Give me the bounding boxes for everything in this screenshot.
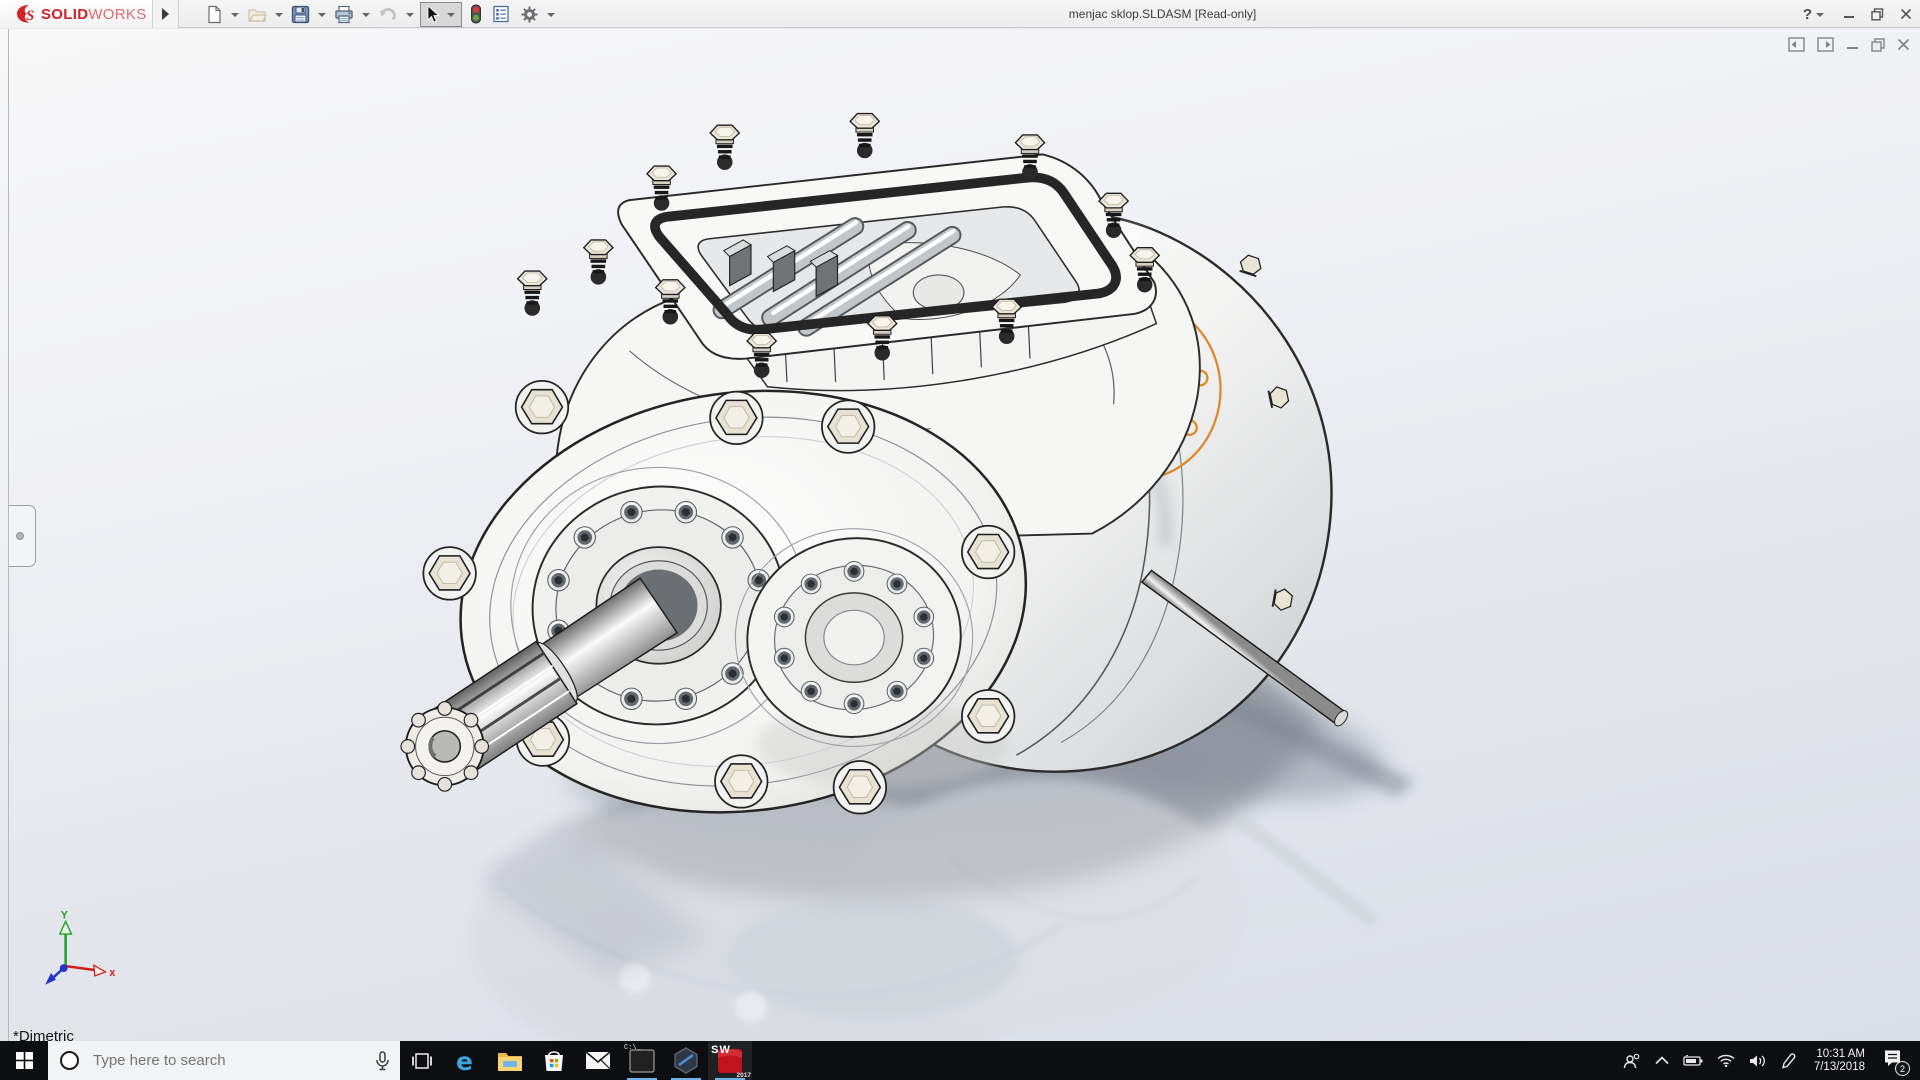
triad-z-arrow: [45, 973, 56, 985]
sw-letters: SW: [708, 1044, 734, 1056]
options-caret[interactable]: [547, 13, 555, 17]
microphone-icon[interactable]: [375, 1051, 390, 1071]
feature-panel-tab[interactable]: [9, 505, 36, 567]
mail-icon: [585, 1051, 611, 1070]
action-center-button[interactable]: 2: [1883, 1049, 1912, 1072]
search-input[interactable]: [91, 1051, 331, 1070]
taskbar-app-hexagon[interactable]: [664, 1041, 708, 1080]
doc-restore-button[interactable]: [1871, 38, 1885, 52]
clock-date: 7/13/2018: [1814, 1061, 1865, 1074]
solidworks-logo: S SOLIDWORKS: [0, 0, 153, 28]
select-tool-button[interactable]: [420, 2, 462, 27]
file-properties-button[interactable]: [489, 2, 513, 26]
file-explorer-icon: [497, 1050, 523, 1072]
options-gear-icon: [520, 5, 539, 24]
orientation-triad: Y x: [45, 910, 115, 985]
open-caret[interactable]: [275, 13, 283, 17]
clock-time: 10:31 AM: [1814, 1048, 1865, 1061]
select-cursor-icon: [424, 5, 441, 24]
ds-logo-icon: S: [14, 3, 38, 25]
flyout-arrow-icon: [162, 8, 169, 20]
windows-logo-icon: [16, 1052, 33, 1069]
close-button[interactable]: [1900, 8, 1912, 20]
svg-text:S: S: [26, 8, 34, 24]
windows-taskbar: e C:\_: [0, 1041, 1920, 1080]
store-icon: [542, 1049, 566, 1073]
select-caret[interactable]: [447, 13, 455, 17]
pane-left-button[interactable]: [1788, 37, 1805, 52]
print-icon: [334, 5, 354, 24]
file-properties-icon: [492, 5, 510, 23]
people-icon[interactable]: [1623, 1053, 1641, 1069]
task-view-button[interactable]: [400, 1041, 444, 1080]
pen-icon[interactable]: [1781, 1053, 1796, 1069]
battery-icon[interactable]: [1683, 1055, 1703, 1067]
system-tray: 10:31 AM 7/13/2018 2: [1623, 1041, 1920, 1080]
document-window-controls: [1788, 37, 1910, 52]
open-folder-icon: [247, 5, 267, 23]
cortana-icon: [60, 1051, 79, 1070]
splitter-grip-icon: [16, 532, 24, 540]
undo-caret[interactable]: [406, 13, 414, 17]
spline-end-face: [401, 702, 488, 791]
svg-text:e: e: [456, 1048, 473, 1074]
3d-scene: Y x: [0, 29, 1920, 1041]
menu-flyout-button[interactable]: [153, 0, 179, 28]
model-reflection: [469, 779, 1380, 1041]
save-button[interactable]: [288, 2, 313, 26]
window-controls: ?: [1803, 0, 1912, 28]
minimize-button[interactable]: [1843, 8, 1855, 20]
volume-icon[interactable]: [1749, 1054, 1767, 1068]
new-document-button[interactable]: [202, 2, 226, 26]
drum-bolt: [1238, 254, 1264, 277]
taskbar-app-solidworks[interactable]: SW 2017: [708, 1041, 752, 1080]
edge-icon: e: [453, 1048, 479, 1074]
taskbar-search[interactable]: [48, 1041, 400, 1080]
open-button[interactable]: [244, 2, 270, 26]
restore-button[interactable]: [1871, 8, 1884, 21]
taskbar-clock[interactable]: 10:31 AM 7/13/2018: [1814, 1048, 1865, 1074]
quick-access-toolbar: [200, 0, 558, 28]
rebuild-button[interactable]: [467, 2, 485, 26]
taskbar-app-mail[interactable]: [576, 1041, 620, 1080]
save-caret[interactable]: [318, 13, 326, 17]
command-prompt-icon: [629, 1049, 655, 1073]
undo-button[interactable]: [375, 2, 401, 26]
task-view-icon: [412, 1052, 432, 1070]
new-document-caret[interactable]: [231, 13, 239, 17]
start-button[interactable]: [0, 1041, 48, 1080]
view-orientation-label: *Dimetric: [13, 1028, 74, 1041]
options-button[interactable]: [517, 2, 542, 26]
undo-icon: [378, 5, 398, 23]
triad-x-arrow: [94, 965, 106, 976]
print-caret[interactable]: [362, 13, 370, 17]
taskbar-app-store[interactable]: [532, 1041, 576, 1080]
help-caret[interactable]: [1816, 13, 1824, 17]
taskbar-app-file-explorer[interactable]: [488, 1041, 532, 1080]
triad-y-arrow: [60, 921, 72, 934]
doc-close-button[interactable]: [1897, 38, 1910, 51]
brand-solid: SOLID: [41, 6, 88, 23]
tray-chevron-up-icon[interactable]: [1655, 1056, 1669, 1065]
pane-right-button[interactable]: [1817, 37, 1834, 52]
new-document-icon: [205, 5, 223, 24]
doc-minimize-button[interactable]: [1846, 38, 1859, 51]
triad-y-label: Y: [61, 910, 68, 922]
triad-x-label: x: [109, 967, 115, 979]
app-title-bar: S SOLIDWORKS: [0, 0, 1920, 28]
taskbar-app-command-prompt[interactable]: C:\_: [620, 1041, 664, 1080]
taskbar-app-edge[interactable]: e: [444, 1041, 488, 1080]
notification-badge: 2: [1895, 1061, 1910, 1076]
save-floppy-icon: [291, 5, 310, 24]
document-title: menjac sklop.SLDASM [Read-only]: [555, 0, 1770, 28]
brand-works: WORKS: [88, 6, 146, 23]
wifi-icon[interactable]: [1717, 1054, 1735, 1067]
print-button[interactable]: [331, 2, 357, 26]
command-prompt-glyph: C:\_: [624, 1044, 641, 1052]
help-button[interactable]: ?: [1803, 6, 1827, 23]
rebuild-traffic-light-icon: [470, 4, 482, 24]
hexagon-app-icon: [673, 1047, 699, 1074]
graphics-area[interactable]: Y x *Dimetric: [0, 29, 1920, 1041]
